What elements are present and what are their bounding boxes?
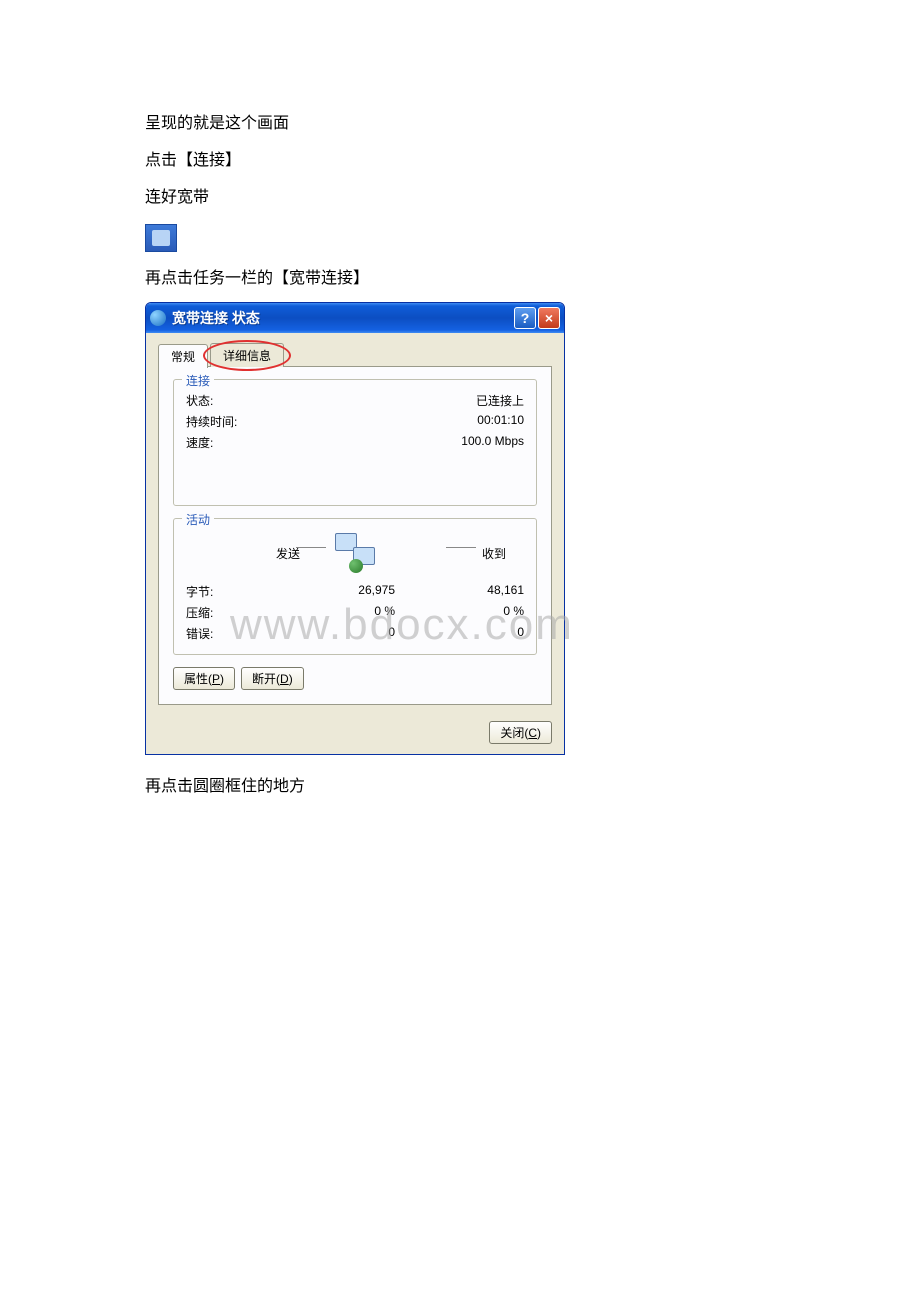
duration-value: 00:01:10	[477, 413, 524, 430]
status-value: 已连接上	[476, 392, 524, 409]
doc-line-4: 再点击任务一栏的【宽带连接】	[145, 265, 920, 294]
dash-left-icon	[296, 547, 326, 548]
taskbar-connection-icon[interactable]	[145, 224, 177, 252]
network-monitors-icon	[335, 533, 375, 573]
errors-recv-value: 0	[395, 625, 524, 642]
doc-line-2: 点击【连接】	[145, 147, 920, 176]
activity-group: 活动 发送 收到 字节: 26,975 48,161	[173, 518, 537, 655]
compress-label: 压缩:	[186, 604, 266, 621]
errors-label: 错误:	[186, 625, 266, 642]
bytes-recv-value: 48,161	[395, 583, 524, 600]
compress-recv-value: 0 %	[395, 604, 524, 621]
activity-header: 发送 收到	[186, 529, 524, 583]
globe-icon	[150, 310, 166, 326]
doc-line-5: 再点击圆圈框住的地方	[145, 773, 920, 802]
button-row: 属性(P) 断开(D)	[173, 667, 537, 690]
connection-group: 连接 状态: 已连接上 持续时间: 00:01:10 速度: 100.0 Mbp…	[173, 379, 537, 506]
speed-label: 速度:	[186, 434, 213, 451]
status-label: 状态:	[186, 392, 213, 409]
dialog-body: 常规 详细信息 连接 状态: 已连接上 持续时间: 00:01:10 速度:	[146, 333, 564, 713]
bytes-sent-value: 26,975	[266, 583, 395, 600]
bytes-label: 字节:	[186, 583, 266, 600]
errors-sent-value: 0	[266, 625, 395, 642]
dialog-footer: 关闭(C)	[146, 713, 564, 754]
close-button[interactable]: ×	[538, 307, 560, 329]
duration-label: 持续时间:	[186, 413, 237, 430]
tab-panel-general: 连接 状态: 已连接上 持续时间: 00:01:10 速度: 100.0 Mbp…	[158, 366, 552, 705]
doc-line-3: 连好宽带	[145, 184, 920, 213]
dash-right-icon	[446, 547, 476, 548]
close-dialog-button[interactable]: 关闭(C)	[489, 721, 552, 744]
doc-line-1: 呈现的就是这个画面	[145, 110, 920, 139]
compress-sent-value: 0 %	[266, 604, 395, 621]
tab-general[interactable]: 常规	[158, 344, 208, 368]
tab-details[interactable]: 详细信息	[210, 343, 284, 367]
connection-status-dialog: 宽带连接 状态 ? × 常规 详细信息 连接 状态: 已连接上 持续时间: 00…	[145, 302, 565, 755]
tab-details-label: 详细信息	[223, 349, 271, 363]
properties-button[interactable]: 属性(P)	[173, 667, 235, 690]
connection-group-title: 连接	[182, 372, 214, 389]
titlebar[interactable]: 宽带连接 状态 ? ×	[146, 303, 564, 333]
activity-group-title: 活动	[182, 511, 214, 528]
help-button[interactable]: ?	[514, 307, 536, 329]
received-label: 收到	[482, 545, 506, 562]
dialog-title: 宽带连接 状态	[172, 308, 512, 328]
tabstrip: 常规 详细信息	[158, 343, 552, 367]
speed-value: 100.0 Mbps	[461, 434, 524, 451]
disconnect-button[interactable]: 断开(D)	[241, 667, 304, 690]
